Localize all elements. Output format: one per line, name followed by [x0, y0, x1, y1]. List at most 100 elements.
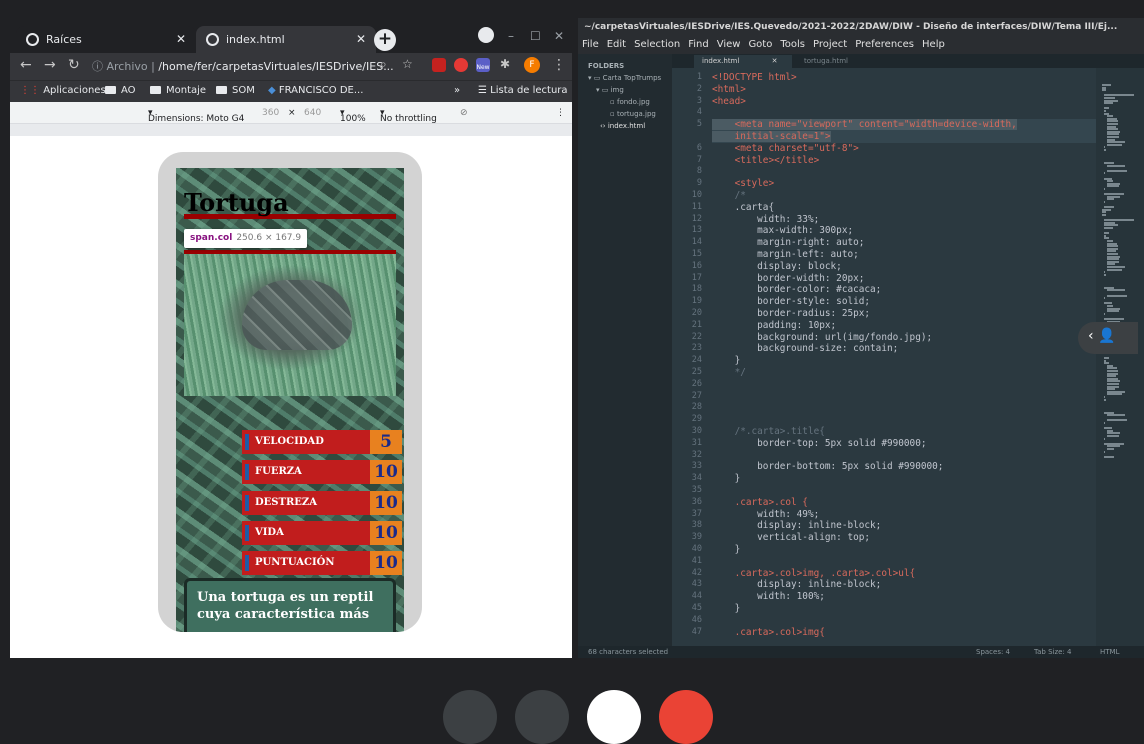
end-call-button[interactable]: [659, 690, 713, 744]
device-select[interactable]: Dimensions: Moto G4 ▾: [148, 108, 244, 124]
code-line[interactable]: 1 <!DOCTYPE html>: [697, 72, 1096, 84]
puzzle-icon[interactable]: ✱: [500, 57, 510, 71]
code-line[interactable]: 11 .carta{: [692, 202, 1096, 214]
reload-icon[interactable]: ↻: [68, 57, 80, 73]
code-line[interactable]: 38 display: inline-block;: [692, 520, 1096, 532]
minimize-icon[interactable]: –: [508, 29, 514, 43]
code-line[interactable]: 4: [697, 107, 1096, 119]
new-tab-button[interactable]: +: [374, 29, 396, 51]
code-line[interactable]: 3 <head>: [697, 96, 1096, 108]
menu-dots-icon[interactable]: ⋮: [552, 57, 566, 73]
editor-tab-index[interactable]: index.html ✕: [694, 55, 792, 68]
menu-goto[interactable]: Goto: [744, 36, 776, 50]
status-tab-size[interactable]: Tab Size: 4: [1034, 648, 1071, 656]
media-control-icon[interactable]: [478, 27, 494, 43]
code-line[interactable]: 18 border-color: #cacaca;: [692, 284, 1096, 296]
editor-tab-tortuga[interactable]: tortuga.html: [796, 55, 894, 68]
device-width[interactable]: 360: [262, 108, 279, 118]
folder-carta[interactable]: ▾ ▭ Carta TopTrumps: [588, 74, 661, 82]
bookmark-montaje[interactable]: Montaje: [150, 85, 206, 96]
code-line[interactable]: 13 max-width: 300px;: [692, 225, 1096, 237]
code-line[interactable]: 7 <title></title>: [697, 155, 1096, 167]
back-icon[interactable]: ←: [20, 57, 32, 73]
bookmark-som[interactable]: SOM: [216, 85, 255, 96]
code-line[interactable]: 46: [692, 615, 1096, 627]
code-line[interactable]: 42 .carta>.col>img, .carta>.col>ul{: [692, 568, 1096, 580]
menu-help[interactable]: Help: [918, 36, 949, 50]
code-line[interactable]: 47 .carta>.col>img{: [692, 627, 1096, 639]
code-line[interactable]: 32: [692, 450, 1096, 462]
code-line[interactable]: initial-scale=1">: [712, 131, 1096, 143]
menu-selection[interactable]: Selection: [630, 36, 684, 50]
menu-edit[interactable]: Edit: [603, 36, 630, 50]
code-line[interactable]: 34 }: [692, 473, 1096, 485]
code-line[interactable]: 10 /*: [692, 190, 1096, 202]
code-line[interactable]: 20 border-radius: 25px;: [692, 308, 1096, 320]
code-line[interactable]: 26: [692, 379, 1096, 391]
code-line[interactable]: 15 margin-left: auto;: [692, 249, 1096, 261]
code-line[interactable]: 25 */: [692, 367, 1096, 379]
more-bookmarks-icon[interactable]: »: [454, 85, 460, 96]
maximize-icon[interactable]: ☐: [530, 29, 541, 43]
status-syntax[interactable]: HTML: [1100, 648, 1119, 656]
call-control-button[interactable]: [443, 690, 497, 744]
code-line[interactable]: 31 border-top: 5px solid #990000;: [692, 438, 1096, 450]
minimap[interactable]: [1096, 68, 1144, 646]
menu-view[interactable]: View: [713, 36, 745, 50]
bookmark-apps[interactable]: ⋮⋮ Aplicaciones: [20, 85, 106, 96]
tab-index-html[interactable]: index.html ✕: [196, 26, 376, 53]
code-line[interactable]: 8: [697, 166, 1096, 178]
code-line[interactable]: 2 <html>: [697, 84, 1096, 96]
code-line[interactable]: 36 .carta>.col {: [692, 497, 1096, 509]
code-line[interactable]: 9 <style>: [697, 178, 1096, 190]
tab-raices[interactable]: Raíces ✕: [16, 26, 196, 53]
close-window-icon[interactable]: ✕: [554, 29, 564, 43]
forward-icon[interactable]: →: [44, 57, 56, 73]
bookmark-ao[interactable]: AO: [105, 85, 136, 96]
close-icon[interactable]: ✕: [176, 32, 186, 46]
throttle-select[interactable]: No throttling ▾: [380, 108, 437, 124]
code-line[interactable]: 22 background: url(img/fondo.jpg);: [692, 332, 1096, 344]
bookmark-francisco[interactable]: ◆ FRANCISCO DE...: [268, 85, 363, 96]
adblock-icon[interactable]: [454, 58, 468, 72]
code-line[interactable]: 40 }: [692, 544, 1096, 556]
code-line[interactable]: 45 }: [692, 603, 1096, 615]
menu-tools[interactable]: Tools: [776, 36, 809, 50]
call-control-button[interactable]: [515, 690, 569, 744]
folder-img[interactable]: ▾ ▭ img: [596, 86, 624, 94]
profile-avatar[interactable]: F: [524, 57, 540, 73]
file-index[interactable]: ‹› index.html: [600, 122, 645, 130]
address-bar[interactable]: ⓘ Archivo | /home/fer/carpetasVirtuales/…: [92, 56, 412, 77]
menu-preferences[interactable]: Preferences: [851, 36, 918, 50]
menu-project[interactable]: Project: [809, 36, 851, 50]
code-line[interactable]: 29: [692, 414, 1096, 426]
code-line[interactable]: 41: [692, 556, 1096, 568]
code-line[interactable]: 21 padding: 10px;: [692, 320, 1096, 332]
code-line[interactable]: 12 width: 33%;: [692, 214, 1096, 226]
device-height[interactable]: 640: [304, 108, 321, 118]
new-extension-icon[interactable]: New: [476, 58, 490, 72]
code-line[interactable]: 28: [692, 402, 1096, 414]
code-line[interactable]: 6 <meta charset="utf-8">: [697, 143, 1096, 155]
file-fondo[interactable]: ▫ fondo.jpg: [610, 98, 650, 106]
menu-file[interactable]: File: [578, 36, 603, 50]
file-tortuga[interactable]: ▫ tortuga.jpg: [610, 110, 656, 118]
code-line[interactable]: 19 border-style: solid;: [692, 296, 1096, 308]
code-line[interactable]: 14 margin-right: auto;: [692, 237, 1096, 249]
code-line[interactable]: 39 vertical-align: top;: [692, 532, 1096, 544]
code-line[interactable]: 33 border-bottom: 5px solid #990000;: [692, 461, 1096, 473]
code-line[interactable]: 43 display: inline-block;: [692, 579, 1096, 591]
code-line[interactable]: 24 }: [692, 355, 1096, 367]
code-area[interactable]: 1 <!DOCTYPE html> 2 <html> 3 <head> 4 5 <meta n…: [692, 68, 1096, 646]
menu-find[interactable]: Find: [684, 36, 713, 50]
participants-panel-toggle[interactable]: ‹ 👤: [1078, 322, 1138, 354]
zoom-icon[interactable]: ⌕: [380, 57, 387, 72]
rotate-icon[interactable]: ⊘: [460, 108, 468, 118]
code-line[interactable]: 44 width: 100%;: [692, 591, 1096, 603]
code-line[interactable]: 35: [692, 485, 1096, 497]
code-line[interactable]: 27: [692, 391, 1096, 403]
code-line[interactable]: 5 <meta name="viewport" content="width=d…: [697, 119, 1096, 131]
code-line[interactable]: 17 border-width: 20px;: [692, 273, 1096, 285]
extension-icon[interactable]: [432, 58, 446, 72]
code-line[interactable]: 37 width: 49%;: [692, 509, 1096, 521]
